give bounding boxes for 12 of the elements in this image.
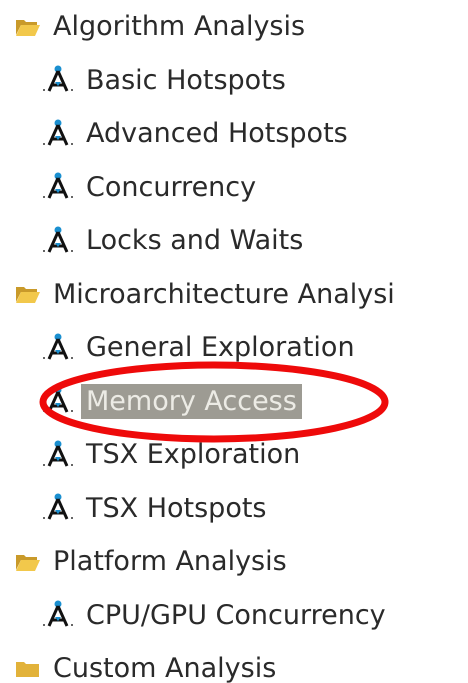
category-label[interactable]: Algorithm Analysis bbox=[48, 9, 310, 44]
analysis-item[interactable]: CPU/GPU Concurrency bbox=[81, 598, 391, 633]
analysis-item[interactable]: Concurrency bbox=[81, 170, 262, 205]
analysis-item[interactable]: General Exploration bbox=[81, 330, 360, 366]
analysis-item[interactable]: TSX Hotspots bbox=[81, 490, 272, 526]
category-label[interactable]: Platform Analysis bbox=[48, 544, 292, 580]
analysis-item[interactable]: TSX Exploration bbox=[81, 437, 306, 472]
category-label[interactable]: Custom Analysis bbox=[48, 651, 282, 683]
analysis-item[interactable]: Locks and Waits bbox=[81, 223, 308, 258]
analysis-item[interactable]: Advanced Hotspots bbox=[81, 116, 353, 152]
analysis-item[interactable]: Basic Hotspots bbox=[81, 62, 291, 98]
category-label[interactable]: Microarchitecture Analysi bbox=[48, 276, 400, 312]
